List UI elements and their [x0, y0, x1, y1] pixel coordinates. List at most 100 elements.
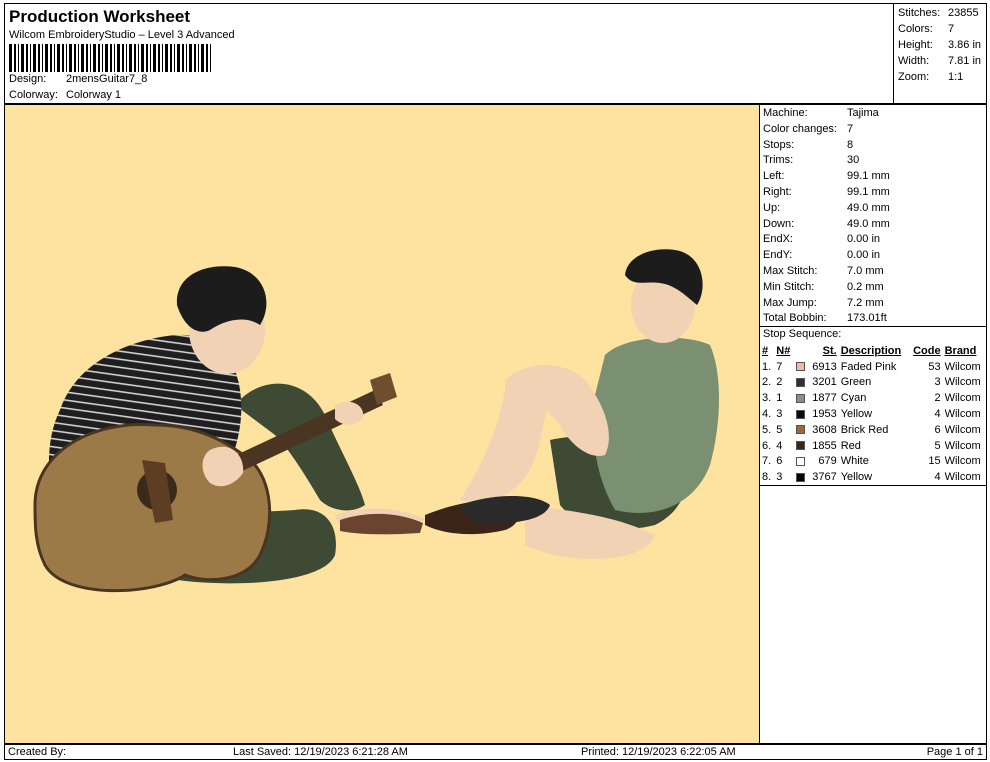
- row-code: 2: [934, 392, 941, 405]
- col-swatch: [794, 343, 808, 359]
- stop-sequence-row: 5. 5 3608 Brick Red 6 Wilcom: [760, 422, 986, 438]
- col-index: #: [762, 344, 769, 357]
- row-index: 2.: [762, 376, 772, 389]
- stop-sequence-row: 1. 7 6913 Faded Pink 53 Wilcom: [760, 359, 986, 375]
- row-stitches: 1877: [812, 392, 837, 405]
- page-title: Production Worksheet: [9, 7, 191, 26]
- row-needle: 4: [776, 439, 783, 452]
- detail-right: Right: 99.1 mm: [763, 186, 890, 198]
- detail-max-jump: Max Jump: 7.2 mm: [763, 296, 884, 309]
- row-color-swatch: [794, 406, 808, 422]
- row-index: 5.: [762, 423, 772, 436]
- machine-details-panel: Machine: Tajima Color changes: 7 Stops: 8 T…: [759, 104, 987, 744]
- row-index: 4.: [762, 408, 772, 421]
- row-brand: Wilcom: [944, 376, 981, 389]
- summary-colors: Colors: 7: [898, 23, 955, 35]
- col-stitches: St.: [822, 344, 837, 357]
- row-description: Green: [840, 376, 872, 389]
- row-brand: Wilcom: [944, 392, 981, 405]
- row-code: 4: [934, 471, 941, 484]
- row-stitches: 6913: [812, 360, 837, 373]
- row-needle: 6: [776, 455, 783, 468]
- worksheet-header: Production Worksheet Wilcom EmbroiderySt…: [4, 3, 894, 104]
- stop-sequence-table: # N# St. Description Code Brand 1. 7 6913 F…: [760, 343, 986, 485]
- design-preview: [4, 104, 760, 744]
- row-needle: 2: [776, 376, 783, 389]
- row-color-swatch: [794, 422, 808, 438]
- right-man-tank-top: [593, 337, 720, 513]
- stop-sequence-row: 3. 1 1877 Cyan 2 Wilcom: [760, 390, 986, 406]
- row-color-swatch: [794, 454, 808, 470]
- detail-down: Down: 49.0 mm: [763, 217, 890, 230]
- row-brand: Wilcom: [944, 455, 981, 468]
- stop-sequence-row: 7. 6 679 White 15 Wilcom: [760, 454, 986, 470]
- row-stitches: 679: [818, 455, 837, 468]
- detail-min-stitch: Min Stitch: 0.2 mm: [763, 280, 884, 293]
- row-color-swatch: [794, 359, 808, 375]
- detail-machine: Machine: Tajima: [763, 107, 879, 119]
- row-brand: Wilcom: [944, 408, 981, 421]
- row-description: Cyan: [840, 392, 867, 405]
- row-brand: Wilcom: [944, 471, 981, 484]
- color-swatch: [795, 409, 805, 419]
- color-swatch: [795, 441, 805, 451]
- col-needle: N#: [776, 344, 791, 357]
- row-stitches: 3608: [812, 423, 837, 436]
- printed-date: Printed: 12/19/2023 6:22:05 AM: [581, 746, 736, 758]
- detail-stops: Stops: 8: [763, 138, 854, 151]
- color-swatch: [795, 472, 805, 482]
- stop-sequence-title: Stop Sequence:: [763, 328, 842, 340]
- row-needle: 5: [776, 423, 783, 436]
- row-stitches: 3767: [812, 471, 837, 484]
- detail-max-stitch: Max Stitch: 7.0 mm: [763, 265, 884, 277]
- stop-sequence-row: 4. 3 1953 Yellow 4 Wilcom: [760, 406, 986, 422]
- embroidery-illustration: [33, 249, 720, 593]
- colorway-label: Colorway:: [9, 89, 58, 101]
- summary-stitches: Stitches: 23855: [898, 7, 979, 19]
- color-swatch: [795, 362, 805, 372]
- summary-zoom: Zoom: 1:1: [898, 71, 964, 83]
- detail-color-changes: Color changes: 7: [763, 122, 854, 135]
- col-code: Code: [913, 344, 941, 357]
- row-brand: Wilcom: [944, 360, 981, 373]
- stop-sequence-row: 8. 3 3767 Yellow 4 Wilcom: [760, 469, 986, 485]
- row-stitches: 1855: [812, 439, 837, 452]
- row-stitches: 1953: [812, 408, 837, 421]
- row-description: Yellow: [840, 471, 873, 484]
- last-saved: Last Saved: 12/19/2023 6:21:28 AM: [233, 746, 408, 758]
- row-index: 3.: [762, 392, 772, 405]
- row-color-swatch: [794, 469, 808, 485]
- row-description: Yellow: [840, 408, 873, 421]
- created-by: Created By:: [8, 746, 67, 758]
- row-code: 15: [928, 455, 941, 468]
- row-color-swatch: [794, 438, 808, 454]
- row-index: 7.: [762, 455, 772, 468]
- stop-sequence-row: 6. 4 1855 Red 5 Wilcom: [760, 438, 986, 454]
- row-needle: 1: [776, 392, 783, 405]
- stop-sequence-header: # N# St. Description Code Brand: [760, 343, 986, 359]
- row-code: 3: [934, 376, 941, 389]
- software-subtitle: Wilcom EmbroideryStudio – Level 3 Advanc…: [9, 29, 235, 41]
- row-brand: Wilcom: [944, 423, 981, 436]
- summary-height: Height: 3.86 in: [898, 39, 982, 51]
- row-index: 1.: [762, 360, 772, 373]
- row-brand: Wilcom: [944, 439, 981, 452]
- row-description: Red: [840, 439, 861, 452]
- row-index: 6.: [762, 439, 772, 452]
- stop-sequence-row: 2. 2 3201 Green 3 Wilcom: [760, 375, 986, 391]
- row-description: Brick Red: [840, 423, 889, 436]
- worksheet-footer: Created By: Last Saved: 12/19/2023 6:21:…: [4, 744, 987, 760]
- barcode: [9, 44, 211, 72]
- detail-trims: Trims: 30: [763, 154, 860, 167]
- right-man-shin: [460, 372, 550, 505]
- row-description: White: [840, 455, 869, 468]
- row-code: 4: [934, 408, 941, 421]
- row-description: Faded Pink: [840, 360, 897, 373]
- detail-endy: EndY: 0.00 in: [763, 249, 881, 262]
- row-code: 6: [934, 423, 941, 436]
- row-color-swatch: [794, 390, 808, 406]
- summary-width: Width: 7.81 in: [898, 55, 982, 67]
- color-swatch: [795, 378, 805, 388]
- row-color-swatch: [794, 375, 808, 391]
- color-swatch: [795, 425, 805, 435]
